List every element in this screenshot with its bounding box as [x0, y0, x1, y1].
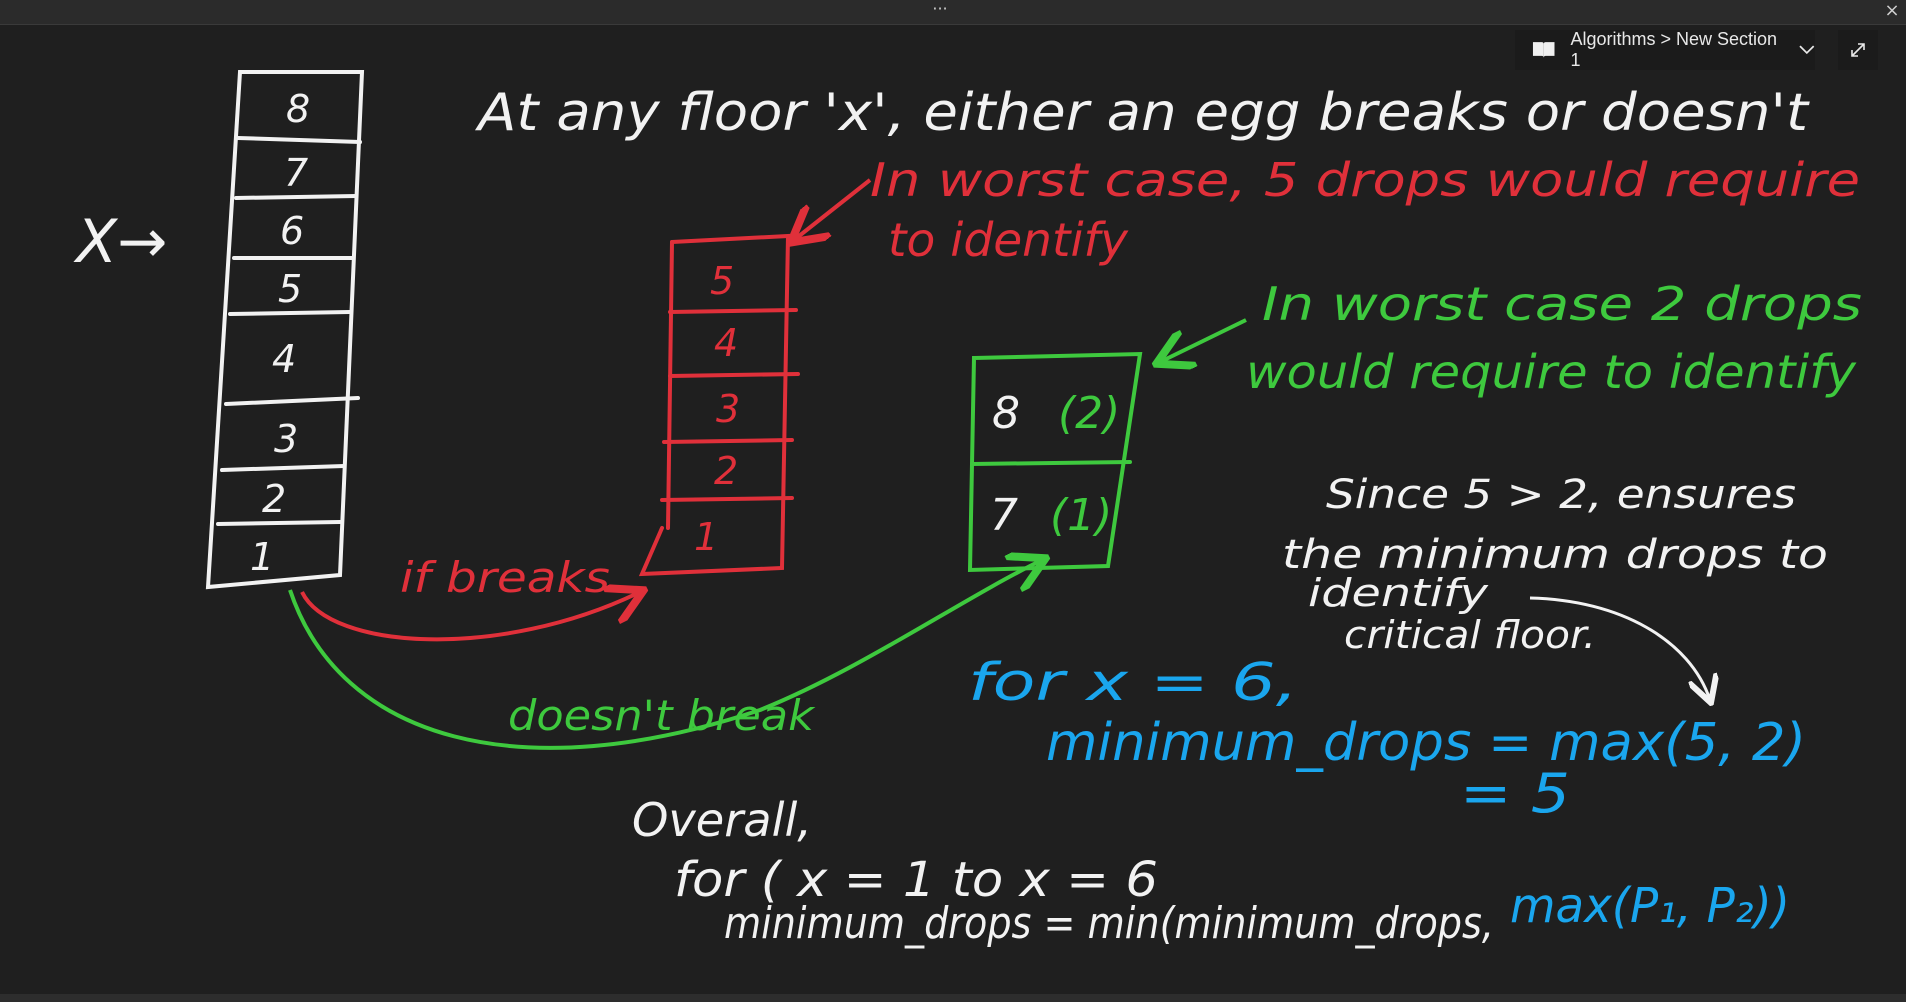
since-line3: identify	[1308, 571, 1489, 615]
floor-label: 2	[262, 477, 286, 521]
for-x-note: for x = 6,	[968, 653, 1298, 713]
floor-label: 5	[710, 259, 734, 303]
bottom-bar	[0, 994, 1906, 1002]
pointer-label: X→	[73, 207, 167, 277]
eq-five: = 5	[1460, 762, 1570, 825]
floor-label: 8	[286, 87, 310, 131]
min-drops-eq: minimum_drops = max(5, 2)	[1046, 713, 1806, 773]
floor-label: 4	[714, 321, 738, 365]
if-breaks-label: if breaks	[400, 553, 610, 602]
floor-label: 8	[992, 388, 1020, 439]
floor-label: 1	[250, 535, 274, 579]
floor-label-annotation: (1)	[1050, 490, 1112, 541]
floor-label: 1	[694, 515, 718, 559]
floor-label: 3	[716, 387, 740, 431]
floor-label: 7	[990, 490, 1018, 541]
building-white-floor-labels: 8 7 6 5 4 3 2 1	[250, 87, 310, 579]
min-formula-blue: max(P₁, P₂))	[1510, 878, 1790, 934]
floor-label: 4	[272, 337, 296, 381]
red-note-line1: In worst case, 5 drops would require	[870, 153, 1860, 207]
building-red-floor-labels: 5 4 3 2 1	[694, 259, 740, 559]
green-note-line1: In worst case 2 drops	[1262, 277, 1862, 331]
floor-label: 5	[278, 267, 302, 311]
floor-label: 7	[284, 151, 308, 195]
heading-note: At any floor 'x', either an egg breaks o…	[475, 83, 1810, 143]
ink-canvas: 8 7 6 5 4 3 2 1 X→ 5 4 3 2 1 8 (2) 7 (1)	[73, 70, 1862, 949]
floor-label-annotation: (2)	[1058, 388, 1120, 439]
doesnt-break-label: doesn't break	[508, 691, 816, 740]
red-note-line2: to identify	[888, 213, 1129, 267]
floor-label: 3	[274, 417, 298, 461]
green-note-arrow	[1160, 318, 1247, 362]
since-line1: Since 5 > 2, ensures	[1326, 472, 1796, 518]
red-note-arrow	[794, 178, 872, 240]
min-formula-white: minimum_drops = min(minimum_drops,	[724, 898, 1494, 949]
since-line4: critical floor.	[1344, 613, 1596, 657]
floor-label: 6	[280, 209, 304, 253]
floor-label: 2	[714, 449, 738, 493]
green-note-line2: would require to identify	[1246, 345, 1857, 399]
overall-note: Overall,	[632, 793, 812, 847]
